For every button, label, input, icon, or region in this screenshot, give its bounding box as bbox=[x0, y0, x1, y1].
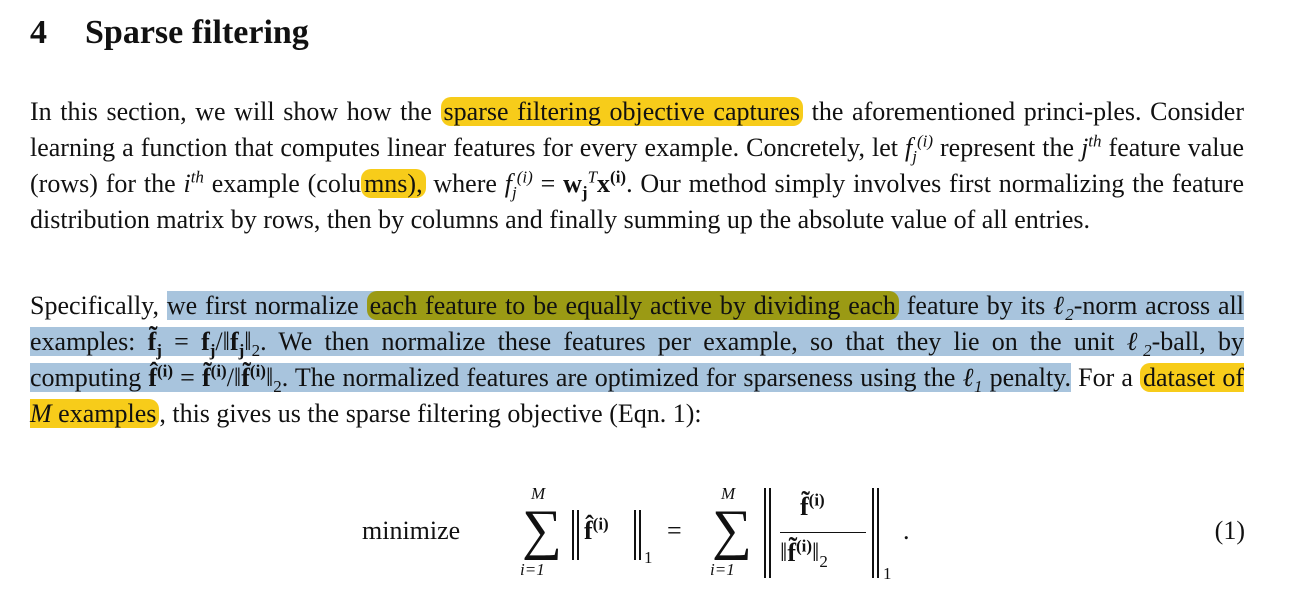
text: . We then normalize these features per e… bbox=[260, 327, 1127, 356]
norm-bar bbox=[639, 510, 641, 560]
norm-bar bbox=[764, 488, 766, 578]
paragraph-1: In this section, we will show how the sp… bbox=[30, 94, 1244, 238]
text: examples bbox=[51, 399, 157, 428]
text: represent the bbox=[933, 133, 1082, 162]
math-row-norm: f̃j = fj/‖fj‖2 bbox=[147, 327, 261, 361]
math-l1: ℓ1 bbox=[962, 363, 983, 397]
text: we first normalize bbox=[166, 291, 367, 320]
math-ith: ith bbox=[183, 167, 204, 198]
highlight-yellow[interactable]: mns), bbox=[361, 169, 426, 198]
math-definition: fj(i) = wjTx(i) bbox=[504, 167, 627, 203]
sum-lower-limit: i=1 bbox=[520, 560, 545, 579]
paper-page: 4 Sparse filtering In this section, we wi… bbox=[0, 0, 1289, 592]
math-col-norm: f̂(i) = f̃(i)/‖f̃(i)‖2 bbox=[148, 361, 282, 397]
math-l2: ℓ2 bbox=[1126, 327, 1152, 361]
text: For a bbox=[1070, 363, 1141, 392]
norm-bar bbox=[572, 510, 574, 560]
period: . bbox=[903, 516, 910, 545]
text: dataset of bbox=[1143, 363, 1244, 392]
equation-number: (1) bbox=[1214, 516, 1245, 545]
highlight-yellow[interactable]: sparse filtering objective captures bbox=[440, 97, 804, 126]
fraction-line bbox=[780, 532, 866, 533]
paragraph-2: Specifically, we first normalize each fe… bbox=[30, 288, 1244, 432]
text: , this gives us the sparse filtering obj… bbox=[159, 399, 702, 428]
norm-subscript: 1 bbox=[883, 564, 892, 583]
norm-bar bbox=[577, 510, 579, 560]
norm-bar bbox=[769, 488, 771, 578]
norm-bar bbox=[634, 510, 636, 560]
sum-symbol: ∑ bbox=[522, 499, 562, 561]
text: penalty. bbox=[982, 363, 1071, 392]
section-heading: 4 Sparse filtering bbox=[30, 14, 309, 52]
math-M: M bbox=[30, 399, 52, 428]
text: example (colu bbox=[203, 169, 362, 198]
math-jth: jth bbox=[1081, 131, 1102, 162]
equation-1: minimize M ∑ i=1 f̂(i) 1 = M ∑ i=1 f̃(i)… bbox=[0, 480, 1289, 583]
text: . The normalized features are optimized … bbox=[281, 363, 963, 392]
text: where bbox=[425, 169, 505, 198]
sum-lower-limit: i=1 bbox=[710, 560, 735, 579]
math-l2: ℓ2 bbox=[1053, 291, 1074, 325]
fraction-denominator: ‖f̃(i)‖2 bbox=[780, 536, 828, 572]
section-title: Sparse filtering bbox=[85, 14, 309, 51]
highlight-blue[interactable]: we first normalize each feature to be eq… bbox=[30, 291, 1244, 397]
math-fhat-i: f̂(i) bbox=[584, 514, 609, 545]
highlight-olive[interactable]: each feature to be equally active by div… bbox=[366, 291, 899, 320]
math-fji: fj(i) bbox=[904, 131, 933, 167]
norm-subscript: 1 bbox=[644, 548, 653, 567]
text: feature by its bbox=[898, 291, 1054, 320]
sum-symbol: ∑ bbox=[712, 499, 752, 561]
text: Specifically, bbox=[30, 291, 167, 320]
equation-word: minimize bbox=[362, 516, 461, 545]
section-number: 4 bbox=[30, 14, 47, 51]
norm-bar bbox=[872, 488, 874, 578]
equals-sign: = bbox=[667, 516, 682, 545]
fraction-numerator: f̃(i) bbox=[800, 490, 825, 521]
text: In this section, we will show how the bbox=[30, 97, 441, 126]
norm-bar bbox=[877, 488, 879, 578]
